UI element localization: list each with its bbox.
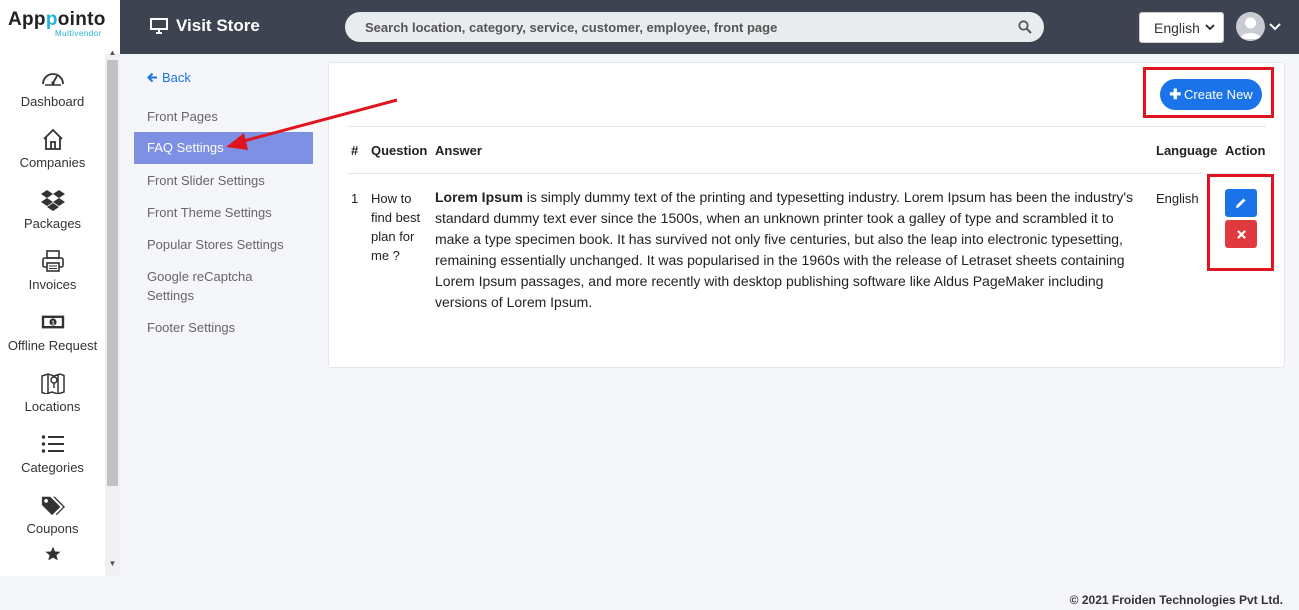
user-menu[interactable] — [1236, 12, 1281, 41]
sidebar-scrollbar[interactable]: ▲ ▼ — [105, 48, 120, 576]
close-icon — [1236, 229, 1246, 239]
plus-icon: ✚ — [1169, 86, 1182, 102]
list-icon — [41, 435, 64, 453]
sidebar-item-label: Offline Request — [7, 338, 98, 353]
row-language: English — [1156, 191, 1199, 206]
sidebar-item-categories[interactable]: Categories — [0, 420, 105, 481]
row-answer: Lorem Ipsum is simply dummy text of the … — [435, 187, 1140, 313]
subnav-item-google-recaptcha-settings[interactable]: Google reCaptcha Settings — [134, 267, 264, 305]
sidebar-item-label: Coupons — [26, 521, 79, 536]
row-question: How to find best plan for me ? — [371, 191, 421, 263]
printer-icon — [41, 250, 64, 272]
map-icon — [40, 373, 65, 394]
scrollbar-thumb[interactable] — [107, 60, 118, 486]
pencil-icon — [1236, 198, 1246, 208]
delete-button[interactable] — [1225, 220, 1257, 248]
row-answer-text: is simply dummy text of the printing and… — [435, 189, 1134, 310]
sidebar-item-label: Companies — [19, 155, 86, 170]
back-link[interactable]: Back — [147, 70, 191, 85]
column-header-answer: Answer — [435, 143, 482, 158]
sidebar-item-companies[interactable]: Companies — [0, 115, 105, 176]
monitor-icon — [150, 18, 168, 34]
divider — [347, 173, 1266, 174]
sidebar-item-label: Categories — [21, 460, 84, 475]
divider — [347, 126, 1266, 127]
row-number: 1 — [351, 191, 359, 206]
subnav-item-faq-settings[interactable]: FAQ Settings — [134, 132, 313, 164]
svg-text:1: 1 — [51, 320, 54, 326]
sidebar-item-invoices[interactable]: Invoices — [0, 237, 105, 298]
sidebar-item-label: Invoices — [28, 277, 77, 292]
language-select[interactable]: English — [1139, 12, 1224, 43]
subnav-item-front-pages[interactable]: Front Pages — [134, 107, 313, 126]
sidebar-item-coupons[interactable]: Coupons — [0, 481, 105, 542]
money-bill-icon: 1 — [41, 315, 64, 329]
visit-store-link[interactable]: Visit Store — [150, 16, 260, 36]
arrow-left-icon — [147, 72, 157, 83]
sidebar-item-label: Locations — [24, 399, 81, 414]
sidebar-item-packages[interactable]: Packages — [0, 176, 105, 237]
chevron-down-icon — [1269, 22, 1281, 30]
row-answer-bold: Lorem Ipsum — [435, 189, 523, 205]
main-sidebar: Apppointo Multivendor Dashboard Companie… — [0, 0, 120, 576]
sidebar-item-label: Packages — [23, 216, 82, 231]
home-icon — [42, 128, 63, 150]
chevron-down-icon — [1205, 24, 1215, 31]
dropbox-icon — [40, 190, 65, 211]
sidebar-item-dashboard[interactable]: Dashboard — [0, 54, 105, 115]
sidebar-nav: Dashboard Companies Packages Invoices 1 … — [0, 54, 105, 576]
user-silhouette-icon — [1240, 17, 1261, 39]
column-header-action: Action — [1225, 143, 1266, 158]
subnav-item-popular-stores-settings[interactable]: Popular Stores Settings — [134, 235, 313, 254]
footer-copyright: © 2021 Froiden Technologies Pvt Ltd. — [1069, 593, 1283, 607]
subnav-item-footer-settings[interactable]: Footer Settings — [134, 318, 313, 337]
sidebar-item-locations[interactable]: Locations — [0, 359, 105, 420]
subnav-item-front-theme-settings[interactable]: Front Theme Settings — [134, 203, 313, 222]
column-header-question: Question — [371, 143, 428, 158]
sidebar-item-offline-request[interactable]: 1 Offline Request — [0, 298, 105, 359]
tags-icon — [41, 496, 65, 516]
brand-subtitle: Multivendor — [55, 29, 102, 38]
create-new-label: Create New — [1184, 87, 1253, 102]
sidebar-item-label: Dashboard — [20, 94, 85, 109]
column-header-number: # — [351, 143, 359, 158]
top-header: Visit Store English — [120, 0, 1299, 54]
visit-store-label: Visit Store — [176, 16, 260, 35]
scroll-up-arrow-icon[interactable]: ▲ — [105, 48, 120, 57]
sidebar-item-reviews[interactable] — [0, 542, 105, 572]
search-icon[interactable] — [1018, 20, 1032, 34]
dashboard-gauge-icon — [41, 73, 64, 86]
back-label: Back — [162, 70, 191, 85]
column-header-language: Language — [1156, 143, 1218, 158]
search-input[interactable] — [365, 19, 1018, 35]
subnav-item-front-slider-settings[interactable]: Front Slider Settings — [134, 171, 313, 190]
search-bar — [345, 12, 1044, 42]
create-new-button[interactable]: ✚ Create New — [1160, 79, 1262, 110]
faq-card: ✚ Create New # Question Answer Language … — [328, 62, 1285, 368]
scroll-down-arrow-icon[interactable]: ▼ — [105, 559, 120, 568]
star-icon — [45, 546, 60, 561]
brand-logo[interactable]: Apppointo Multivendor — [0, 0, 120, 54]
language-select-value: English — [1154, 19, 1200, 36]
edit-button[interactable] — [1225, 189, 1257, 217]
avatar — [1236, 12, 1265, 41]
